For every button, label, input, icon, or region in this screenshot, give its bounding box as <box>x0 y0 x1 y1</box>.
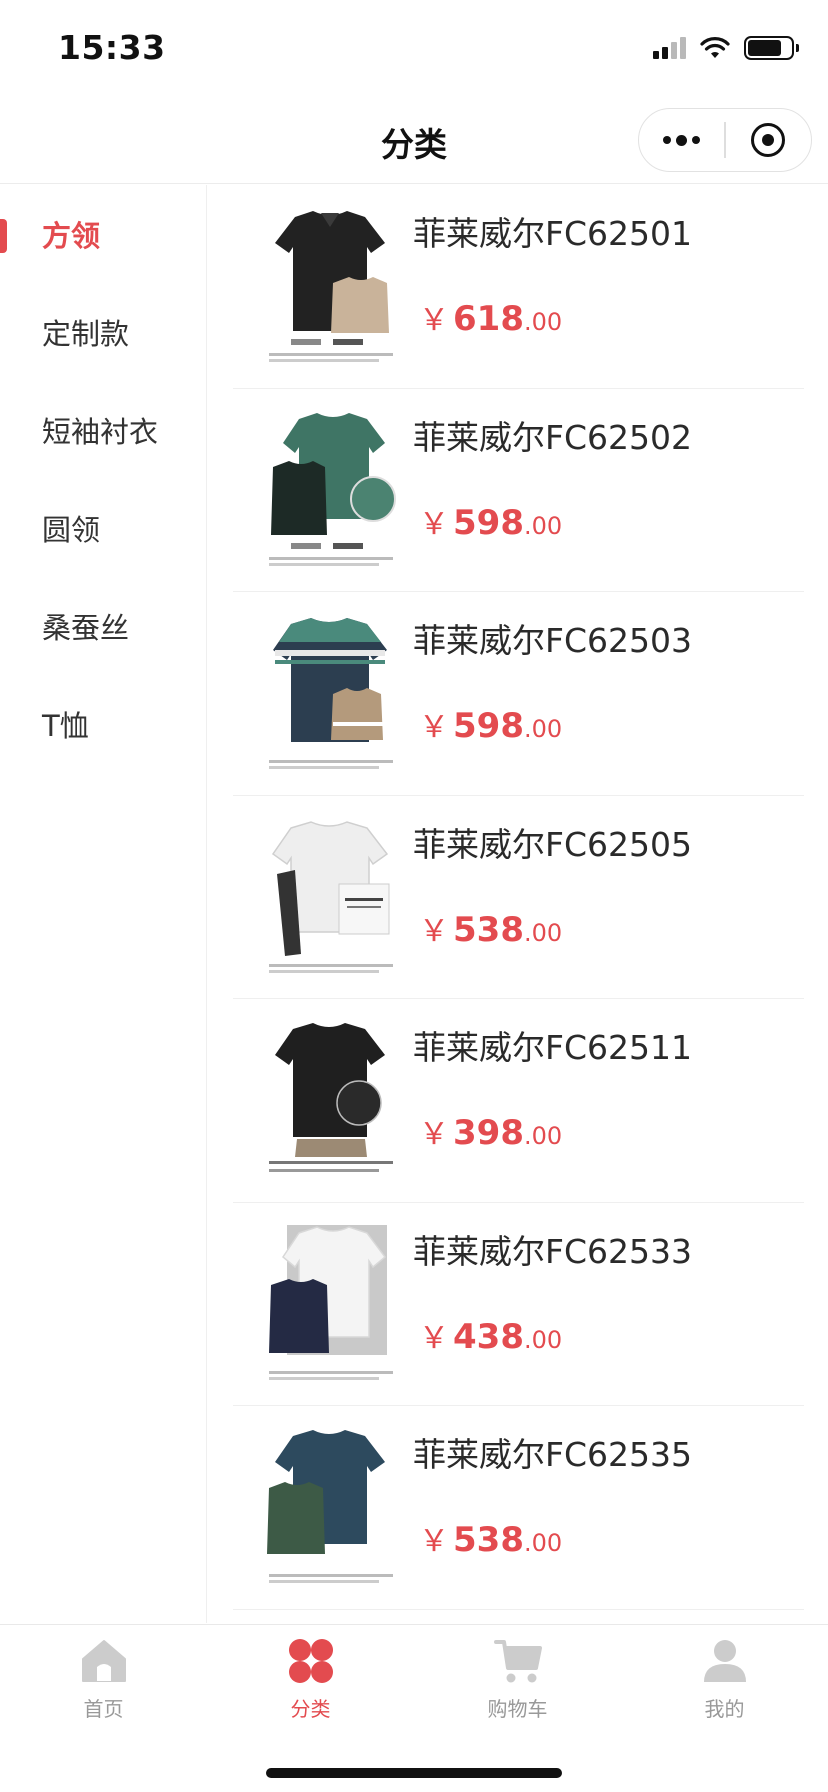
product-price: ￥ 598 .00 <box>419 702 562 746</box>
tab-profile[interactable]: 我的 <box>621 1635 828 1735</box>
category-sidebar: 方领 定制款 短袖衬衣 圆领 桑蚕丝 T恤 <box>0 185 207 1623</box>
price-decimal: .00 <box>523 511 563 540</box>
price-integer: 538 <box>453 1520 524 1560</box>
sidebar-item-sangcansi[interactable]: 桑蚕丝 <box>0 577 206 675</box>
product-card[interactable]: 菲莱威尔FC62503 ￥ 598 .00 <box>233 592 804 796</box>
product-name: 菲莱威尔FC62503 <box>413 621 693 660</box>
product-name: 菲莱威尔FC62533 <box>413 1231 693 1271</box>
product-name: 菲莱威尔FC62511 <box>413 1028 693 1067</box>
category-icon <box>285 1635 337 1687</box>
sidebar-item-label: 短袖衬衣 <box>42 415 159 449</box>
price-integer: 398 <box>453 1113 524 1153</box>
tab-label: 我的 <box>704 1697 745 1721</box>
product-name: 菲莱威尔FC62535 <box>413 1435 693 1474</box>
product-price: ￥ 438 .00 <box>419 1313 562 1357</box>
tab-home[interactable]: 首页 <box>0 1635 207 1735</box>
mini-program-capsule <box>638 108 812 172</box>
product-name: 菲莱威尔FC62502 <box>413 417 693 457</box>
currency-symbol: ￥ <box>419 1117 449 1152</box>
home-indicator <box>266 1768 562 1778</box>
sidebar-item-label: 圆领 <box>42 513 101 547</box>
product-price: ￥ 538 .00 <box>419 906 562 950</box>
product-card[interactable]: 菲莱威尔FC62501 ￥ 618 .00 <box>233 185 804 389</box>
close-mini-program-button[interactable] <box>726 109 811 171</box>
cart-icon <box>492 1635 544 1687</box>
product-image <box>255 1424 405 1592</box>
cellular-signal-icon <box>653 37 686 59</box>
product-list: 菲莱威尔FC62501 ￥ 618 .00 菲莱威尔FC62502 ￥ 598 … <box>209 185 828 1623</box>
price-integer: 438 <box>453 1316 524 1357</box>
product-image <box>255 813 405 982</box>
tab-category[interactable]: 分类 <box>207 1635 414 1735</box>
status-icons <box>653 36 799 60</box>
sidebar-item-label: 桑蚕丝 <box>42 611 130 645</box>
product-name: 菲莱威尔FC62501 <box>413 214 693 253</box>
active-indicator <box>0 219 7 253</box>
price-integer: 598 <box>453 502 524 543</box>
sidebar-item-dingzhikuan[interactable]: 定制款 <box>0 283 206 381</box>
price-decimal: .00 <box>523 1325 563 1354</box>
product-card[interactable]: 菲莱威尔FC62535 ￥ 538 .00 <box>233 1406 804 1610</box>
sidebar-item-duanxiuchenyi[interactable]: 短袖衬衣 <box>0 381 206 479</box>
tab-label: 购物车 <box>487 1697 548 1721</box>
more-menu-button[interactable] <box>639 109 724 171</box>
price-integer: 618 <box>453 299 524 339</box>
wifi-icon <box>700 37 730 58</box>
price-decimal: .00 <box>523 918 563 947</box>
tab-label: 首页 <box>83 1697 124 1721</box>
price-integer: 538 <box>453 909 524 950</box>
tab-cart[interactable]: 购物车 <box>414 1635 621 1735</box>
tab-bar: 首页 分类 购物车 我的 <box>0 1624 828 1792</box>
sidebar-item-label: 定制款 <box>42 317 130 351</box>
currency-symbol: ￥ <box>419 303 449 338</box>
product-price: ￥ 538 .00 <box>419 1516 562 1560</box>
currency-symbol: ￥ <box>419 710 449 745</box>
product-price: ￥ 398 .00 <box>419 1109 562 1153</box>
sidebar-item-fangling[interactable]: 方领 <box>0 185 206 283</box>
screen: 15:33 分类 方领 定制款 短袖衬衣 圆领 桑蚕丝 T恤 菲莱威尔FC625… <box>0 0 828 1792</box>
sidebar-item-tshirt[interactable]: T恤 <box>0 675 206 773</box>
price-integer: 598 <box>453 706 524 746</box>
price-decimal: .00 <box>523 308 563 336</box>
currency-symbol: ￥ <box>419 913 449 949</box>
currency-symbol: ￥ <box>419 506 449 542</box>
target-icon <box>751 123 786 157</box>
product-image <box>255 203 405 371</box>
status-bar: 15:33 <box>0 0 828 96</box>
price-decimal: .00 <box>523 1529 563 1557</box>
product-card[interactable]: 菲莱威尔FC62533 ￥ 438 .00 <box>233 1203 804 1406</box>
tab-label: 分类 <box>290 1697 331 1721</box>
currency-symbol: ￥ <box>419 1524 449 1559</box>
home-icon <box>78 1635 130 1687</box>
product-name: 菲莱威尔FC62505 <box>413 824 693 864</box>
product-image <box>255 406 405 575</box>
product-price: ￥ 618 .00 <box>419 295 562 339</box>
product-price: ￥ 598 .00 <box>419 499 562 543</box>
currency-symbol: ￥ <box>419 1320 449 1356</box>
price-decimal: .00 <box>523 715 563 743</box>
sidebar-item-label: 方领 <box>42 219 101 253</box>
product-image <box>255 1220 405 1389</box>
sidebar-item-yuanling[interactable]: 圆领 <box>0 479 206 577</box>
nav-bar: 分类 <box>0 96 828 184</box>
product-card[interactable]: 菲莱威尔FC62511 ￥ 398 .00 <box>233 999 804 1203</box>
price-decimal: .00 <box>523 1122 563 1150</box>
product-image <box>255 1017 405 1185</box>
sidebar-item-label: T恤 <box>42 709 89 743</box>
user-icon <box>699 1635 751 1687</box>
product-card[interactable]: 菲莱威尔FC62505 ￥ 538 .00 <box>233 796 804 999</box>
product-image <box>255 610 405 778</box>
battery-icon <box>744 36 799 60</box>
status-time: 15:33 <box>58 28 166 67</box>
product-card[interactable]: 菲莱威尔FC62502 ￥ 598 .00 <box>233 389 804 592</box>
